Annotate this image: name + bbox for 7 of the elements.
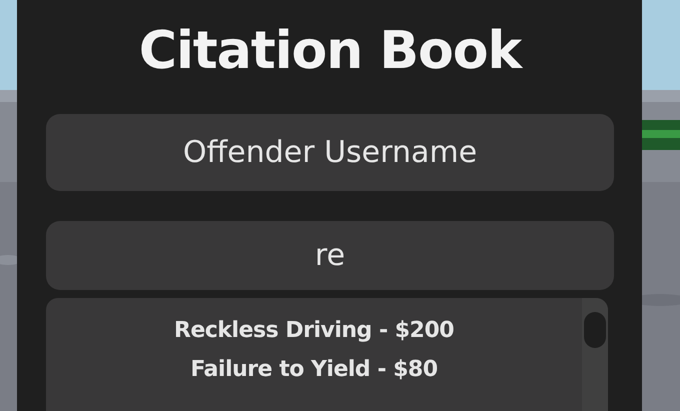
panel-title: Citation Book xyxy=(138,20,524,83)
username-field[interactable]: Offender Username xyxy=(46,114,614,191)
scroll-thumb[interactable] xyxy=(584,312,606,348)
citation-item[interactable]: Failure to Yield - $80 xyxy=(190,357,438,382)
search-field[interactable]: re xyxy=(46,220,614,290)
scrollbar[interactable] xyxy=(582,298,608,411)
citation-item[interactable]: Reckless Driving - $200 xyxy=(174,318,454,344)
